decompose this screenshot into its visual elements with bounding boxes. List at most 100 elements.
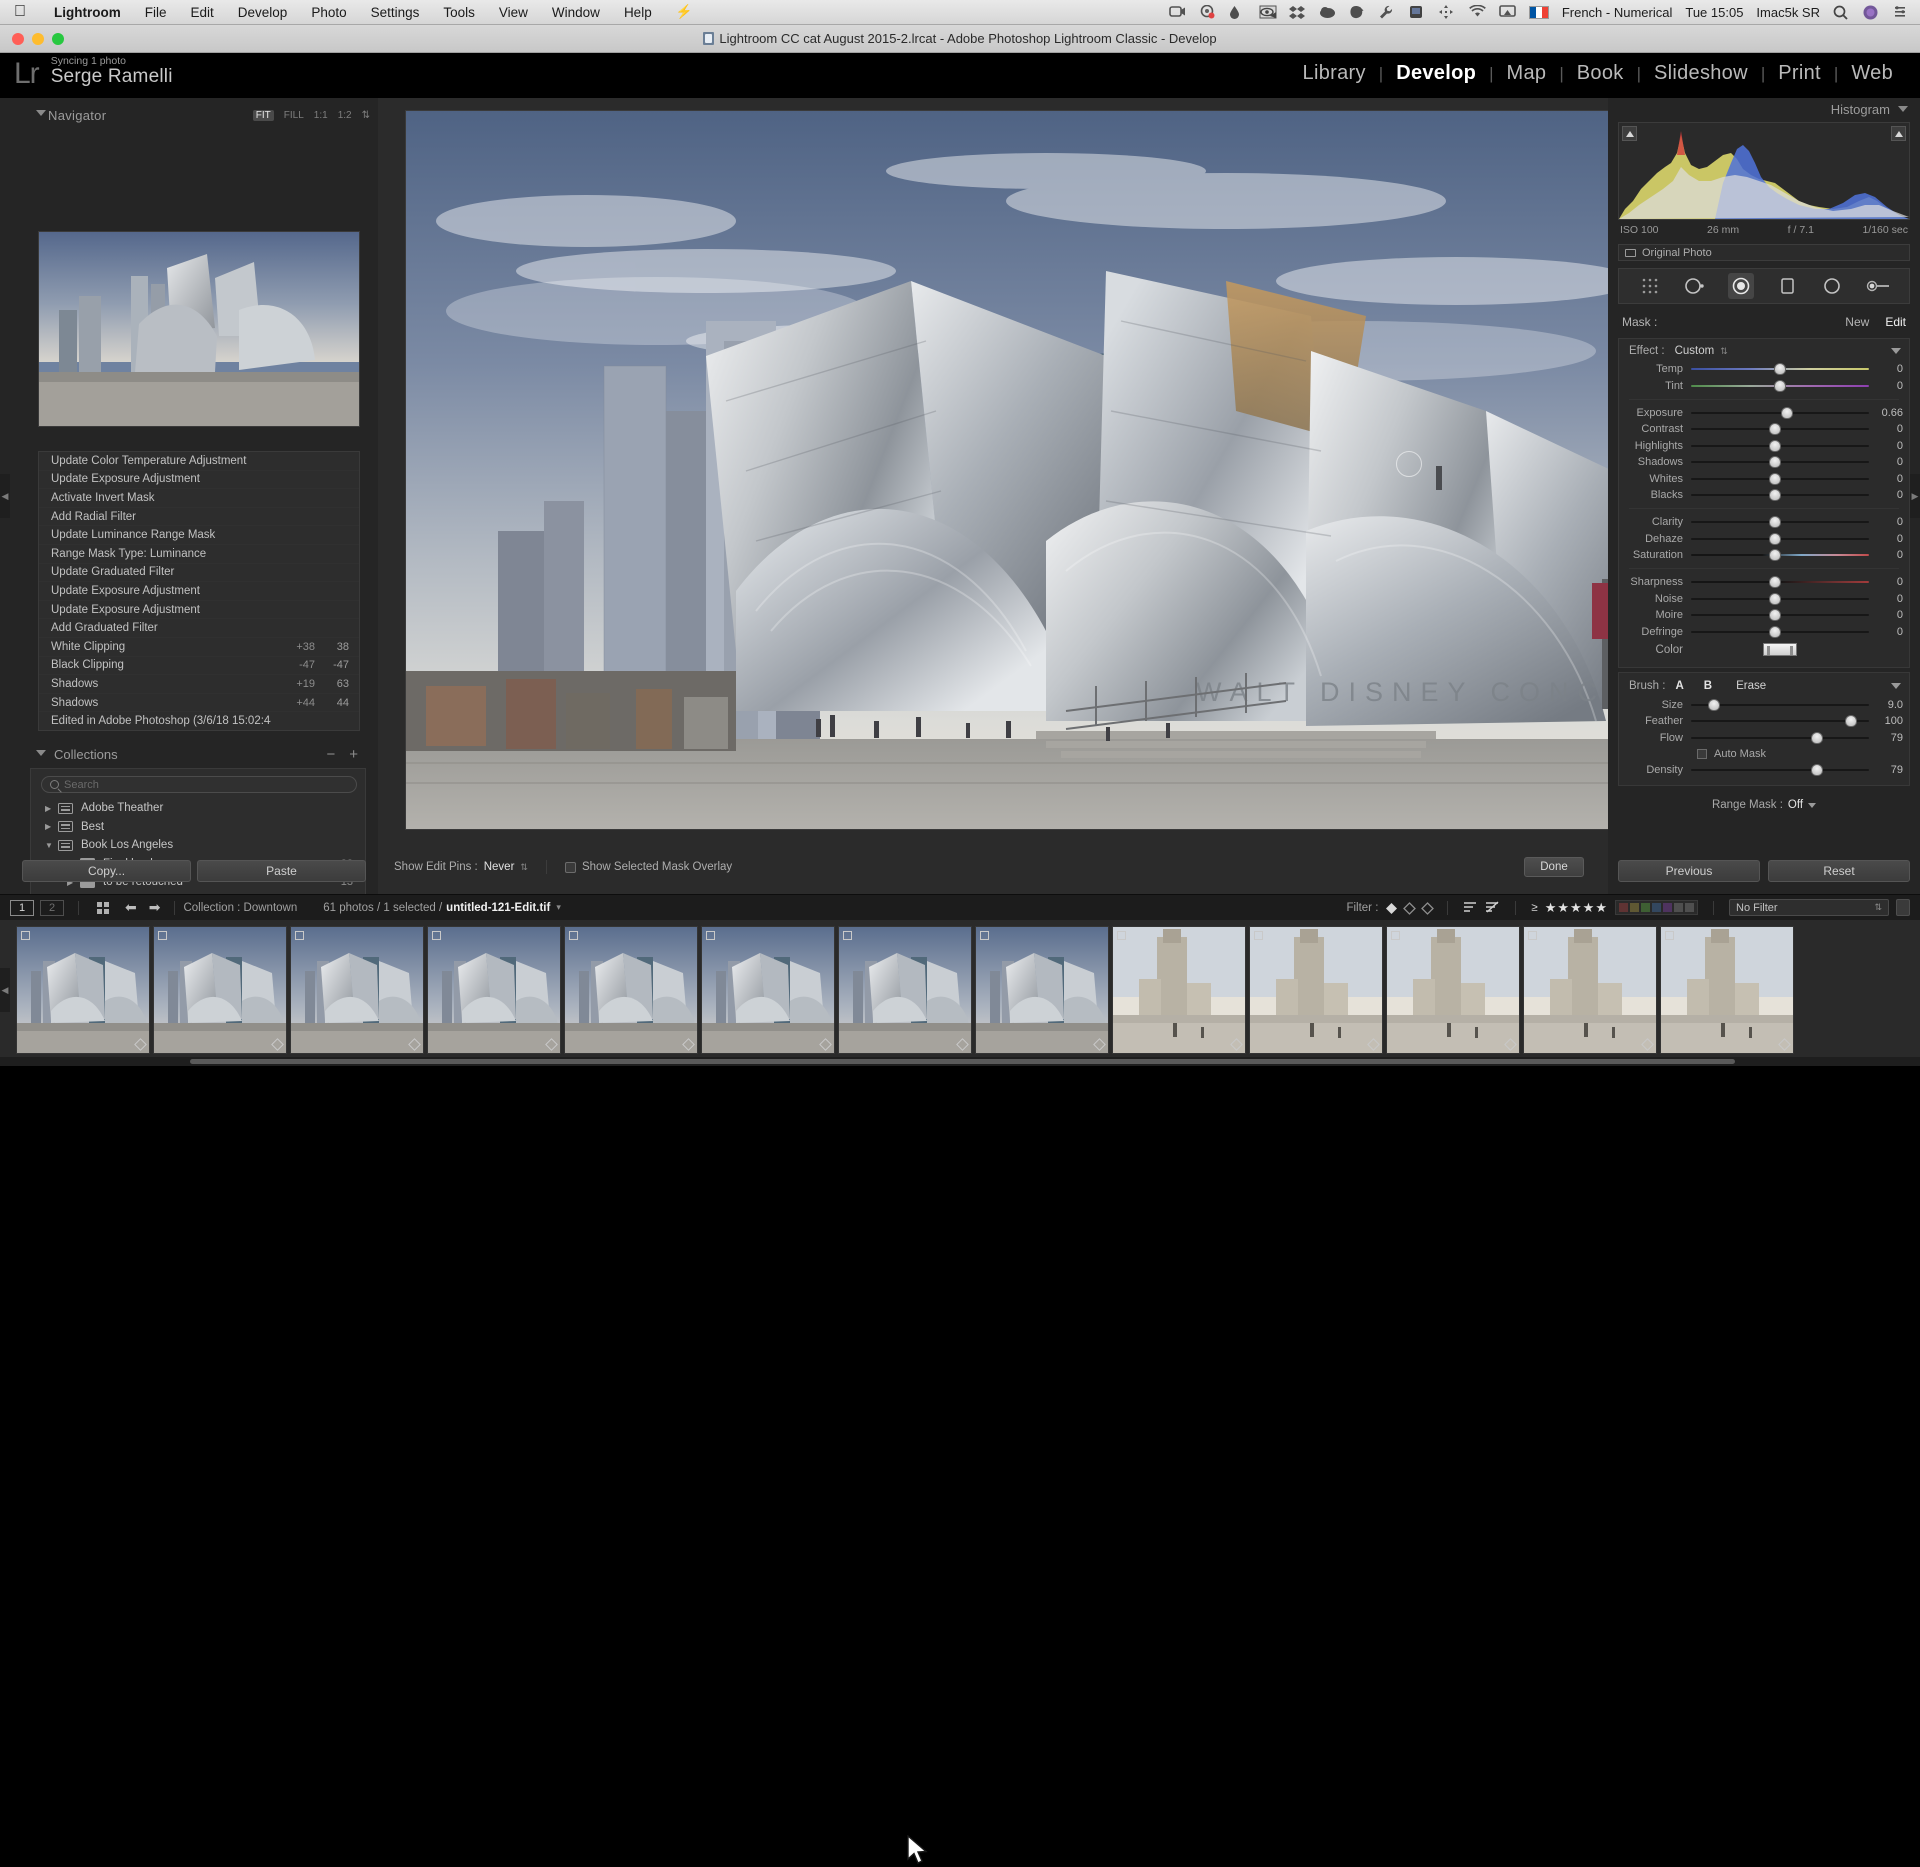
- thumbnail-badge-develop[interactable]: [21, 931, 30, 940]
- menu-item-view[interactable]: View: [487, 5, 540, 20]
- filmstrip-thumbnail[interactable]: [427, 926, 561, 1054]
- minus-icon[interactable]: −: [326, 746, 335, 763]
- shadow-clipping-icon[interactable]: [1622, 126, 1637, 141]
- go-forward-icon[interactable]: ➡: [143, 899, 167, 916]
- slider-size[interactable]: Size 9.0: [1619, 697, 1909, 713]
- thumbnail-badge-develop[interactable]: [569, 931, 578, 940]
- show-edit-pins-control[interactable]: Show Edit Pins : Never ⇅: [394, 861, 528, 873]
- module-slideshow[interactable]: Slideshow: [1641, 62, 1761, 85]
- slider-knob[interactable]: [1768, 472, 1781, 485]
- filmstrip-thumbnail[interactable]: [153, 926, 287, 1054]
- range-mask-twisty-icon[interactable]: [1808, 802, 1817, 808]
- slider-track[interactable]: [1691, 731, 1869, 744]
- zoom-1-1[interactable]: 1:1: [314, 110, 328, 121]
- filmstrip-thumbnail[interactable]: [1386, 926, 1520, 1054]
- slider-knob[interactable]: [1768, 625, 1781, 638]
- slider-track[interactable]: [1691, 699, 1869, 712]
- slider-knob[interactable]: [1811, 731, 1824, 744]
- slider-flow[interactable]: Flow 79: [1619, 730, 1909, 746]
- preview-icon[interactable]: [1259, 5, 1277, 20]
- slider-value[interactable]: 0: [1869, 380, 1903, 392]
- highlight-clipping-icon[interactable]: [1891, 126, 1906, 141]
- collections-twisty-icon[interactable]: [36, 750, 46, 756]
- history-row[interactable]: Update Exposure Adjustment: [39, 582, 359, 601]
- slider-track[interactable]: [1691, 379, 1869, 392]
- filmstrip[interactable]: ◀: [0, 920, 1920, 1864]
- slider-knob[interactable]: [1768, 516, 1781, 529]
- history-row[interactable]: Update Color Temperature Adjustment: [39, 452, 359, 471]
- slider-knob[interactable]: [1811, 764, 1824, 777]
- screen-record-icon[interactable]: [1169, 5, 1186, 20]
- brush-b-button[interactable]: B: [1694, 680, 1722, 692]
- slider-track[interactable]: [1691, 456, 1869, 469]
- effect-twisty-icon[interactable]: [1891, 348, 1901, 354]
- lock-icon[interactable]: [1896, 899, 1910, 916]
- menu-item-tools[interactable]: Tools: [431, 5, 487, 20]
- slider-dehaze[interactable]: Dehaze 0: [1619, 531, 1909, 547]
- chevron-updown-icon[interactable]: ⇅: [520, 862, 528, 873]
- wifi-icon[interactable]: [1468, 4, 1486, 20]
- slider-value[interactable]: 0: [1869, 576, 1903, 588]
- color-label-filter[interactable]: [1615, 900, 1698, 915]
- identity-plate[interactable]: Lr Syncing 1 photo Serge Ramelli: [14, 55, 173, 89]
- move-icon[interactable]: [1438, 4, 1456, 20]
- collection-item[interactable]: ▼ Book Los Angeles: [31, 836, 365, 855]
- slider-contrast[interactable]: Contrast 0: [1619, 421, 1909, 437]
- slider-value[interactable]: 0: [1869, 489, 1903, 501]
- module-book[interactable]: Book: [1564, 62, 1637, 85]
- dropbox-icon[interactable]: [1288, 5, 1306, 20]
- effect-header[interactable]: Effect : Custom ⇅: [1619, 344, 1909, 361]
- sort-ascending-icon[interactable]: [1463, 900, 1478, 916]
- slider-value[interactable]: 0: [1869, 516, 1903, 528]
- filmstrip-thumbnail[interactable]: [975, 926, 1109, 1054]
- brush-twisty-icon[interactable]: [1891, 682, 1901, 689]
- history-row[interactable]: Range Mask Type: Luminance: [39, 545, 359, 564]
- history-row[interactable]: White Clipping +38 38: [39, 638, 359, 657]
- search-icon[interactable]: [1833, 5, 1850, 20]
- color-range-icon[interactable]: [1637, 273, 1663, 299]
- slider-value[interactable]: 0: [1869, 609, 1903, 621]
- thumbnail-badge-develop[interactable]: [432, 931, 441, 940]
- slider-knob[interactable]: [1708, 699, 1721, 712]
- menu-item-settings[interactable]: Settings: [359, 5, 432, 20]
- history-row[interactable]: Activate Invert Mask: [39, 489, 359, 508]
- slider-whites[interactable]: Whites 0: [1619, 470, 1909, 486]
- slider-track[interactable]: [1691, 488, 1869, 501]
- slider-track[interactable]: [1691, 625, 1869, 638]
- menu-item-edit[interactable]: Edit: [179, 5, 226, 20]
- slider-value[interactable]: 0: [1869, 363, 1903, 375]
- french-flag-icon[interactable]: [1528, 5, 1549, 19]
- slider-value[interactable]: 0: [1869, 473, 1903, 485]
- evernote-icon[interactable]: [1349, 5, 1366, 20]
- menu-item-help[interactable]: Help: [612, 5, 664, 20]
- module-develop[interactable]: Develop: [1383, 62, 1489, 85]
- history-row[interactable]: Shadows +19 63: [39, 675, 359, 694]
- slider-temp[interactable]: Temp 0: [1619, 361, 1909, 377]
- main-photo-preview[interactable]: WALT DISNEY CONCERT HALL: [405, 110, 1633, 830]
- history-row[interactable]: Shadows +44 44: [39, 694, 359, 713]
- slider-exposure[interactable]: Exposure 0.66: [1619, 405, 1909, 421]
- filename-dropdown-icon[interactable]: ▾: [550, 902, 561, 913]
- menu-item-file[interactable]: File: [133, 5, 179, 20]
- graduated-filter-icon[interactable]: [1774, 273, 1800, 299]
- slider-noise[interactable]: Noise 0: [1619, 591, 1909, 607]
- current-filename[interactable]: untitled-121-Edit.tif: [442, 902, 550, 914]
- slider-knob[interactable]: [1768, 423, 1781, 436]
- slider-knob[interactable]: [1768, 456, 1781, 469]
- drive-icon[interactable]: [1409, 5, 1426, 20]
- thumbnail-badge-develop[interactable]: [295, 931, 304, 940]
- slider-track[interactable]: [1691, 516, 1869, 529]
- slider-knob[interactable]: [1774, 363, 1786, 376]
- collection-item[interactable]: ▶ Best: [31, 818, 365, 837]
- collection-label[interactable]: Collection : Downtown: [183, 902, 323, 914]
- slider-sharpness[interactable]: Sharpness 0: [1619, 574, 1909, 590]
- radial-filter-icon[interactable]: [1682, 273, 1708, 299]
- input-source-label[interactable]: French - Numerical: [1562, 5, 1673, 20]
- flag-reject-icon[interactable]: [1421, 901, 1435, 915]
- histogram-graph[interactable]: [1618, 122, 1910, 220]
- collection-item[interactable]: ▶ Adobe Theather: [31, 799, 365, 818]
- control-center-icon[interactable]: [1893, 5, 1910, 20]
- show-mask-overlay-control[interactable]: Show Selected Mask Overlay: [564, 861, 732, 873]
- navigator-header[interactable]: Navigator FIT FILL 1:1 1:2 ⇅: [0, 104, 378, 126]
- slider-knob[interactable]: [1768, 488, 1781, 501]
